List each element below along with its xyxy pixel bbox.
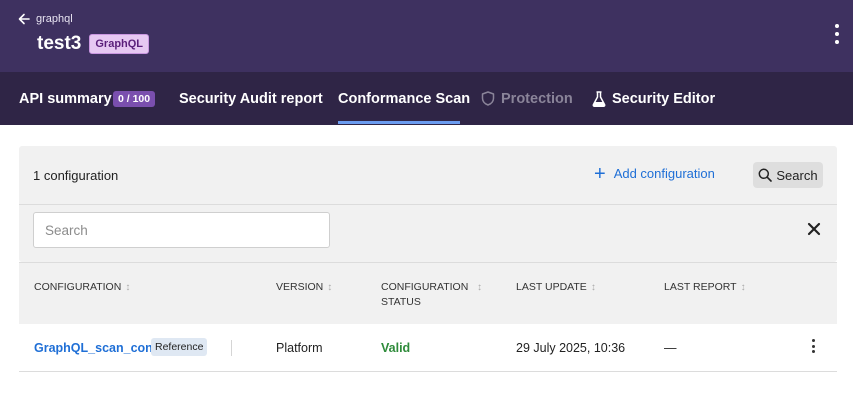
version-cell: Platform [276,341,323,355]
back-link-label: graphql [36,13,73,25]
column-header-label: LAST REPORT [664,281,737,293]
tab-protection[interactable]: Protection [481,72,573,125]
sort-icon: ↕ [590,282,596,293]
close-search-button[interactable] [805,220,823,238]
configuration-count: 1 configuration [33,168,119,183]
last-update-cell: 29 July 2025, 10:36 [516,341,626,355]
tab-label: Protection [501,90,573,107]
close-icon [807,222,821,236]
tab-label: Conformance Scan [338,90,471,107]
score-badge: 0 / 100 [113,91,156,107]
back-link[interactable]: graphql [18,13,73,25]
tab-security-audit-report[interactable]: Security Audit report [179,72,323,125]
column-header-label: CONFIGURATION STATUS [381,281,469,308]
active-tab-indicator [338,121,460,124]
tab-label: Security Editor [612,90,716,107]
row-actions-button[interactable] [809,339,817,353]
configuration-panel: 1 configuration + Add configuration Sear… [19,146,837,262]
kebab-dot-icon [835,24,839,28]
tab-label: Security Audit report [179,90,323,107]
kebab-dot-icon [811,350,815,353]
api-type-badge: GraphQL [89,34,150,54]
search-input[interactable] [33,212,330,248]
cell-divider [231,340,232,356]
configuration-name-link[interactable]: GraphQL_scan_conf [34,341,157,355]
table-row[interactable]: GraphQL_scan_conf Reference Platform Val… [19,324,837,372]
tab-label: API summary [19,90,112,107]
app-header: graphql test3 GraphQL [0,0,853,72]
search-toggle-button[interactable]: Search [753,162,823,188]
column-header-label: CONFIGURATION [34,281,122,293]
add-configuration-label: Add configuration [613,166,715,181]
sort-icon: ↕ [740,282,746,293]
search-icon [758,168,773,182]
sort-icon: ↕ [327,282,333,293]
column-header-label: VERSION [276,281,324,293]
add-configuration-button[interactable]: + Add configuration [594,162,715,185]
tab-bar: API summary 0 / 100 Security Audit repor… [0,72,853,125]
arrow-left-icon [18,13,30,25]
more-options-button[interactable] [831,24,843,44]
tab-conformance-scan[interactable]: Conformance Scan [338,72,470,125]
search-button-label: Search [776,167,818,183]
panel-divider [19,204,837,205]
tab-api-summary[interactable]: API summary [19,72,112,125]
sort-icon[interactable]: ↕ [477,280,482,295]
column-header-version[interactable]: VERSION ↕ [276,280,332,295]
plus-icon: + [594,162,606,185]
sort-icon: ↕ [125,282,131,293]
reference-badge: Reference [151,338,208,356]
column-header-last-update[interactable]: LAST UPDATE ↕ [516,280,596,295]
flask-icon [592,90,606,107]
column-header-last-report[interactable]: LAST REPORT ↕ [664,280,746,295]
kebab-dot-icon [811,344,815,348]
column-header-label: LAST UPDATE [516,281,587,293]
column-header-configuration-status[interactable]: CONFIGURATION STATUS [381,280,471,310]
api-title-row: test3 GraphQL [37,33,150,55]
column-header-configuration[interactable]: CONFIGURATION ↕ [34,280,130,295]
kebab-dot-icon [835,32,839,36]
last-report-cell: — [664,341,677,355]
table-header: CONFIGURATION ↕ VERSION ↕ CONFIGURATION ST… [19,262,837,324]
status-cell: Valid [381,341,411,355]
tab-security-editor[interactable]: Security Editor [592,72,715,125]
page-title: test3 [37,33,82,54]
kebab-dot-icon [835,40,839,44]
shield-icon [481,91,495,106]
kebab-dot-icon [811,339,815,342]
